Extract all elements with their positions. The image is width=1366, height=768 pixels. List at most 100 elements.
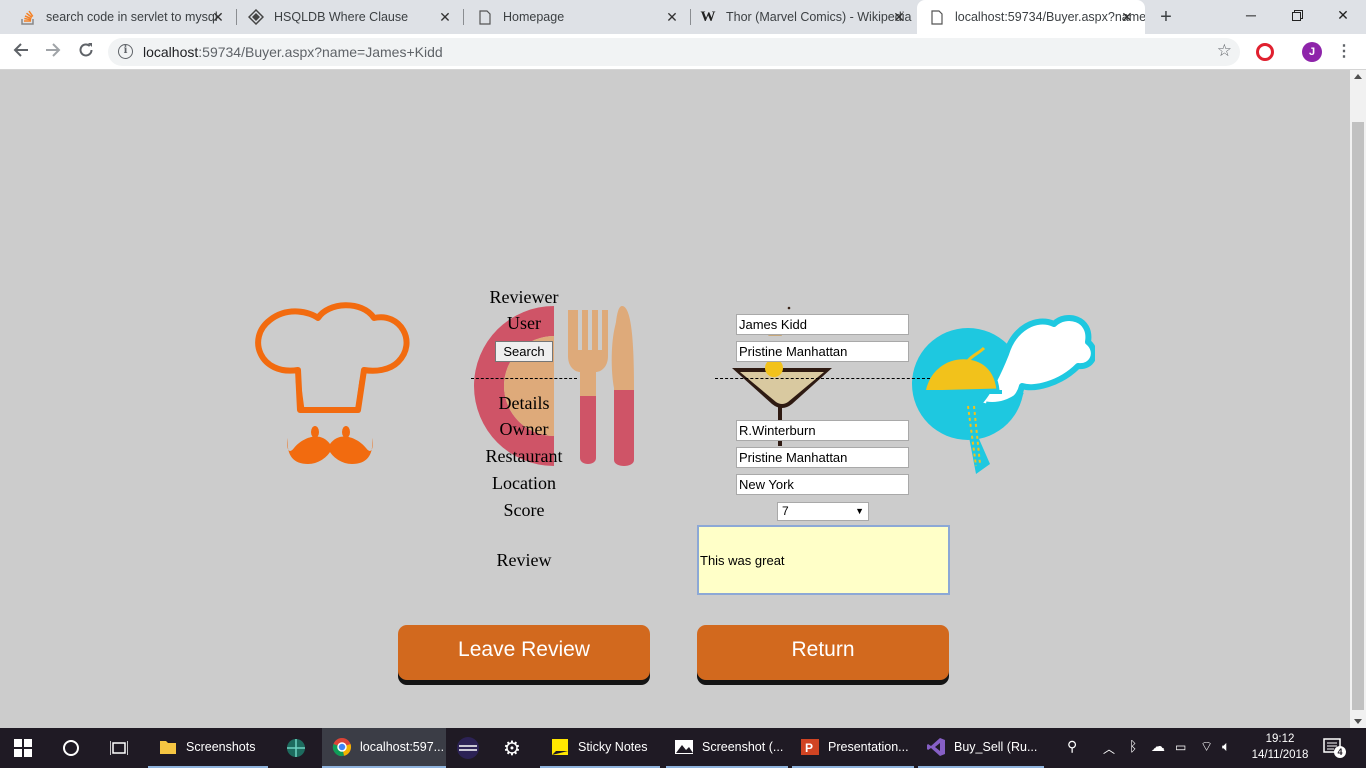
close-tab-icon[interactable]: ✕: [1119, 9, 1135, 25]
minimize-button[interactable]: ─: [1228, 0, 1274, 30]
tab-title: Homepage: [503, 10, 565, 24]
chrome-icon: [332, 738, 352, 757]
gear-icon: ⚙: [503, 737, 521, 760]
details-heading: Details: [498, 393, 550, 413]
search-taskbar-button[interactable]: [62, 728, 80, 768]
taskbar-chrome[interactable]: localhost:597...: [322, 728, 446, 768]
search-button[interactable]: Search: [495, 341, 553, 362]
taskbar-sticky-notes[interactable]: Sticky Notes: [540, 728, 660, 768]
restaurant-label: Restaurant: [485, 446, 563, 466]
user-restaurant-field[interactable]: [736, 341, 909, 362]
tab-title: HSQLDB Where Clause: [274, 10, 409, 24]
address-url: localhost:59734/Buyer.aspx?name=James+Ki…: [143, 44, 443, 60]
taskbar-app-icon[interactable]: [285, 728, 307, 768]
score-selected-value: 7: [782, 504, 789, 518]
scroll-down-arrow-icon[interactable]: [1354, 719, 1362, 724]
taskbar-settings[interactable]: ⚙: [503, 728, 521, 768]
task-view-button[interactable]: [110, 728, 128, 768]
forward-button[interactable]: [41, 40, 65, 64]
restore-icon: [1291, 9, 1303, 21]
location-field[interactable]: [736, 474, 909, 495]
visual-studio-icon: [927, 738, 945, 756]
taskbar-label: Screenshots: [186, 740, 256, 754]
new-tab-button[interactable]: +: [1155, 6, 1177, 28]
back-button[interactable]: [9, 40, 33, 64]
profile-avatar[interactable]: J: [1302, 42, 1322, 62]
close-tab-icon[interactable]: ✕: [210, 9, 226, 25]
taskbar-screenshot-viewer[interactable]: Screenshot (...: [666, 728, 788, 768]
close-window-button[interactable]: ✕: [1320, 0, 1366, 30]
notification-count-badge: 4: [1334, 746, 1346, 758]
tab-wikipedia[interactable]: W Thor (Marvel Comics) - Wikipedia ✕: [690, 0, 917, 34]
taskbar-visual-studio[interactable]: Buy_Sell (Ru...: [918, 728, 1044, 768]
score-select[interactable]: 7 ▼: [777, 502, 869, 521]
scrollbar-thumb[interactable]: [1352, 122, 1364, 710]
address-bar[interactable]: i localhost:59734/Buyer.aspx?name=James+…: [108, 38, 1240, 66]
user-label: User: [507, 313, 541, 333]
close-tab-icon[interactable]: ✕: [664, 9, 680, 25]
reload-button[interactable]: [74, 40, 98, 64]
close-tab-icon[interactable]: ✕: [891, 9, 907, 25]
browser-toolbar: i localhost:59734/Buyer.aspx?name=James+…: [0, 34, 1366, 70]
taskbar-explorer-screenshots[interactable]: Screenshots: [148, 728, 268, 768]
tab-buyer-active[interactable]: localhost:59734/Buyer.aspx?name=James+Ki…: [917, 0, 1145, 34]
folder-icon: [160, 741, 176, 754]
system-clock[interactable]: 19:12 14/11/2018: [1250, 731, 1310, 763]
wikipedia-icon: W: [700, 8, 716, 25]
scroll-up-arrow-icon[interactable]: [1354, 74, 1362, 79]
restore-button[interactable]: [1274, 0, 1320, 30]
taskbar-eclipse[interactable]: [456, 728, 480, 768]
powerpoint-icon: P: [801, 739, 819, 755]
task-view-icon: [110, 741, 128, 755]
leave-review-button[interactable]: Leave Review: [398, 625, 650, 680]
tab-hsqldb[interactable]: HSQLDB Where Clause ✕: [236, 0, 463, 34]
tab-title: Thor (Marvel Comics) - Wikipedia: [726, 10, 912, 24]
cortana-circle-icon: [63, 740, 79, 756]
bluetooth-icon[interactable]: ᛒ: [1129, 738, 1137, 754]
windows-logo-icon: [14, 739, 32, 757]
taskbar: Screenshots localhost:597... ⚙ Sticky No…: [0, 728, 1366, 768]
tab-title: search code in servlet to mysql: [46, 10, 218, 24]
reviewer-heading: Reviewer: [489, 287, 559, 307]
chevron-up-icon[interactable]: ︿: [1103, 740, 1115, 757]
browser-menu-icon[interactable]: ⋮: [1336, 42, 1352, 62]
tab-homepage[interactable]: Homepage ✕: [463, 0, 690, 34]
action-center-button[interactable]: 4: [1323, 738, 1346, 758]
taskbar-label: localhost:597...: [360, 740, 445, 754]
info-icon[interactable]: i: [118, 44, 133, 59]
close-tab-icon[interactable]: ✕: [437, 9, 453, 25]
review-label: Review: [496, 550, 552, 570]
return-button[interactable]: Return: [697, 625, 949, 680]
owner-field[interactable]: [736, 420, 909, 441]
taskbar-label: Screenshot (...: [702, 740, 784, 754]
divider-right: [715, 378, 930, 379]
page-icon: [929, 9, 945, 25]
people-icon[interactable]: ⚲: [1067, 738, 1077, 755]
url-path: :59734/Buyer.aspx?name=James+Kidd: [198, 44, 443, 60]
volume-icon[interactable]: 🔈︎: [1222, 738, 1230, 755]
taskbar-powerpoint[interactable]: P Presentation...: [792, 728, 914, 768]
bookmark-star-icon[interactable]: ☆: [1217, 41, 1232, 61]
globe-app-icon: [287, 739, 305, 757]
reload-icon: [79, 43, 93, 57]
start-button[interactable]: [14, 728, 32, 768]
user-name-field[interactable]: [736, 314, 909, 335]
back-arrow-icon: [13, 43, 28, 57]
review-textarea[interactable]: This was great: [697, 525, 950, 595]
restaurant-field[interactable]: [736, 447, 909, 468]
clock-time: 19:12: [1265, 733, 1295, 745]
taskbar-label: Sticky Notes: [578, 740, 648, 754]
page-scrollbar[interactable]: [1350, 70, 1366, 728]
taskbar-label: Presentation...: [828, 740, 909, 754]
page-icon: [477, 9, 493, 25]
divider-left: [471, 378, 577, 379]
photos-icon: [675, 740, 693, 754]
tab-stackoverflow[interactable]: search code in servlet to mysql ✕: [0, 0, 236, 34]
svg-text:P: P: [805, 741, 813, 755]
chef-hat-moustache-icon: [255, 302, 410, 464]
wifi-icon[interactable]: ⌔: [1200, 738, 1213, 756]
onedrive-cloud-icon[interactable]: ☁: [1151, 738, 1165, 755]
opera-extension-icon[interactable]: [1256, 43, 1274, 61]
battery-icon[interactable]: ▭: [1175, 740, 1186, 754]
score-label: Score: [503, 500, 545, 520]
